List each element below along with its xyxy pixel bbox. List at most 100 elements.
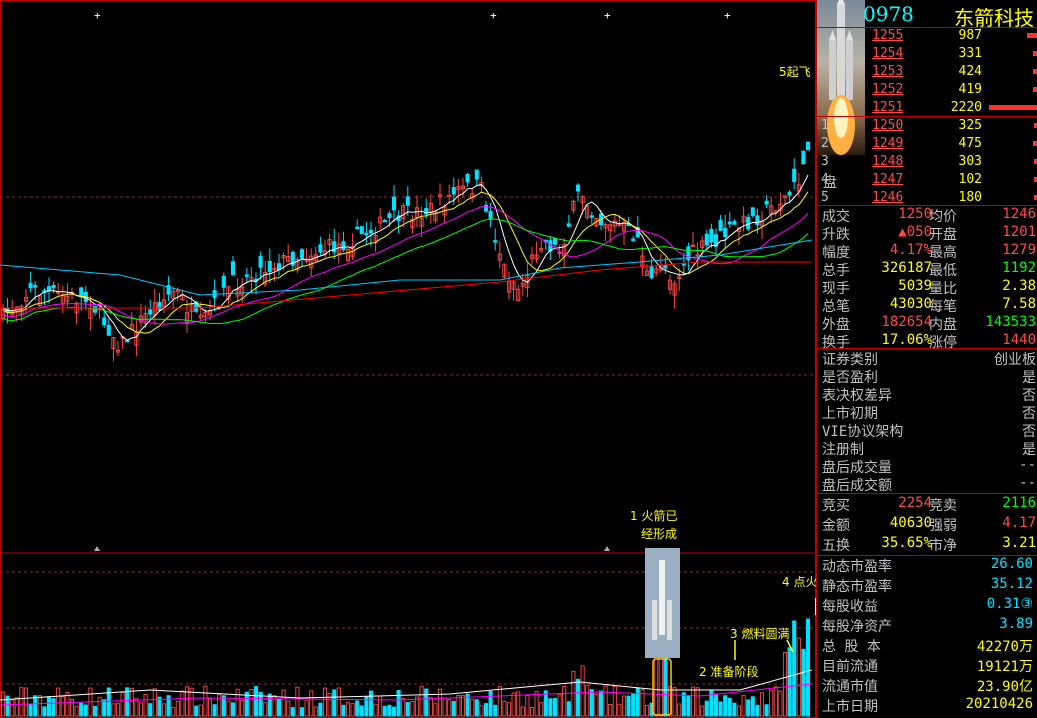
volume-bar: [713, 693, 719, 717]
quote-label2: 最高: [929, 245, 957, 261]
volume-bar: [74, 705, 79, 717]
volume-bar: [585, 684, 590, 717]
auction-value2: 3.21: [1002, 535, 1036, 551]
volume-bar: [286, 700, 291, 717]
candle-down: [493, 240, 498, 243]
sell-price[interactable]: 1251: [872, 100, 903, 115]
buy-price[interactable]: 1248: [872, 154, 903, 169]
sell-price[interactable]: 1255: [872, 28, 903, 43]
info-row: 注册制 是: [817, 439, 1037, 458]
sell-level-row[interactable]: 51255987: [817, 27, 1037, 45]
volume-bar: [203, 685, 208, 717]
volume-bar: [460, 694, 466, 717]
sell-level-row[interactable]: 31253424: [817, 63, 1037, 81]
fundamental-value: 3.89: [999, 616, 1033, 632]
volume-bar: [552, 698, 558, 717]
fundamental-row: 目前流通 19121万: [817, 655, 1037, 675]
candle-down: [589, 215, 594, 218]
sell-price[interactable]: 1252: [872, 82, 903, 97]
auction-row: 竞买 2254 竞卖 2116: [817, 495, 1037, 514]
buy-price[interactable]: 1249: [872, 136, 903, 151]
quote-value2: 2.38: [1002, 278, 1036, 294]
sell-level-row[interactable]: 21252419: [817, 81, 1037, 99]
rocket-body: [659, 560, 665, 635]
auction-label: 五换: [822, 538, 850, 554]
volume-bar: [226, 700, 231, 717]
candle-down: [267, 260, 272, 273]
buy-level-row[interactable]: 3 1248 303: [817, 153, 1037, 171]
buy-price[interactable]: 1250: [872, 118, 903, 133]
volume-bar: [401, 698, 406, 717]
volume-bar: [534, 691, 539, 717]
sell-price[interactable]: 1253: [872, 64, 903, 79]
top-marker: +: [604, 9, 611, 22]
volume-bar: [778, 690, 783, 717]
candle-down: [575, 184, 581, 192]
buy-level-row[interactable]: 4 1247 102: [817, 171, 1037, 189]
annotation-preparation: 2 准备阶段: [699, 665, 759, 679]
candle-down: [727, 221, 732, 225]
quote-value2: 143533: [985, 314, 1036, 330]
sell-price[interactable]: 1254: [872, 46, 903, 61]
quote-label: 升跌: [822, 227, 850, 243]
volume-bar: [787, 647, 792, 717]
fundamental-label: 总 股 本: [822, 639, 881, 655]
volume-bar: [488, 690, 493, 717]
volume-bar: [396, 690, 401, 717]
auction-row: 金额 40630 强弱 4.17: [817, 515, 1037, 534]
quote-row: 总手 326187 最低 1192: [817, 260, 1037, 279]
candle-down: [792, 168, 797, 182]
candle-down: [382, 219, 387, 223]
sell-volume-bar: [1033, 69, 1037, 74]
volume-bar: [120, 692, 125, 717]
volume-bar: [562, 685, 567, 717]
candle-down: [355, 226, 360, 230]
buy-price[interactable]: 1247: [872, 172, 903, 187]
quote-label2: 均价: [929, 209, 957, 225]
sell-level-row[interactable]: 41254331: [817, 45, 1037, 63]
auction-label2: 强弱: [929, 518, 957, 534]
buy-level-row[interactable]: 1 1250 325: [817, 117, 1037, 135]
kline-chart-area[interactable]: + + + + 1 火箭已 经形成 2 准备阶段 3 燃料圆满 4 点火 5起飞: [0, 0, 816, 718]
info-value: 创业板: [994, 352, 1036, 368]
annotation-rocket-formed-line2: 经形成: [641, 527, 678, 541]
fundamental-label: 流通市值: [822, 679, 878, 695]
volume-bar: [479, 705, 484, 717]
volume-bar: [405, 702, 410, 717]
candle-down: [663, 265, 668, 269]
volume-bar: [161, 703, 167, 717]
volume-bar: [483, 703, 489, 717]
volume-bar: [115, 702, 121, 717]
volume-bar: [175, 701, 180, 717]
stock-header: 0978 东箭科技: [817, 0, 1037, 30]
quote-panel: 0978 东箭科技 512559874125433131253424212524…: [816, 0, 1037, 718]
volume-bar: [290, 707, 295, 717]
volume-bar: [410, 700, 415, 717]
rocket-booster-left: [652, 600, 657, 640]
volume-bar: [529, 707, 535, 717]
volume-bar: [249, 688, 254, 717]
sell-level-row[interactable]: 112512220: [817, 99, 1037, 117]
volume-bar: [750, 696, 755, 717]
info-label: 表决权差异: [822, 388, 892, 404]
volume-bar: [419, 686, 424, 717]
fundamental-label: 上市日期: [822, 699, 878, 715]
volume-bar: [295, 686, 300, 717]
quote-value: 182654: [881, 314, 932, 330]
fundamental-value: 19121万: [976, 659, 1033, 675]
kline-chart[interactable]: + + + +: [0, 0, 816, 718]
volume-bar: [0, 691, 6, 717]
candle-down: [405, 196, 410, 206]
candle-down: [488, 210, 493, 220]
volume-bar: [617, 703, 622, 717]
volume-bar: [621, 695, 627, 717]
volume-bar: [148, 703, 153, 717]
volume-bar: [230, 702, 236, 717]
buy-level-row[interactable]: 2 1249 475: [817, 135, 1037, 153]
volume-bar: [442, 697, 447, 717]
candle-down: [787, 191, 792, 196]
volume-bar: [42, 706, 47, 717]
info-value: 是: [1022, 370, 1036, 386]
volume-bar: [152, 688, 157, 717]
buy-price[interactable]: 1246: [872, 190, 903, 205]
